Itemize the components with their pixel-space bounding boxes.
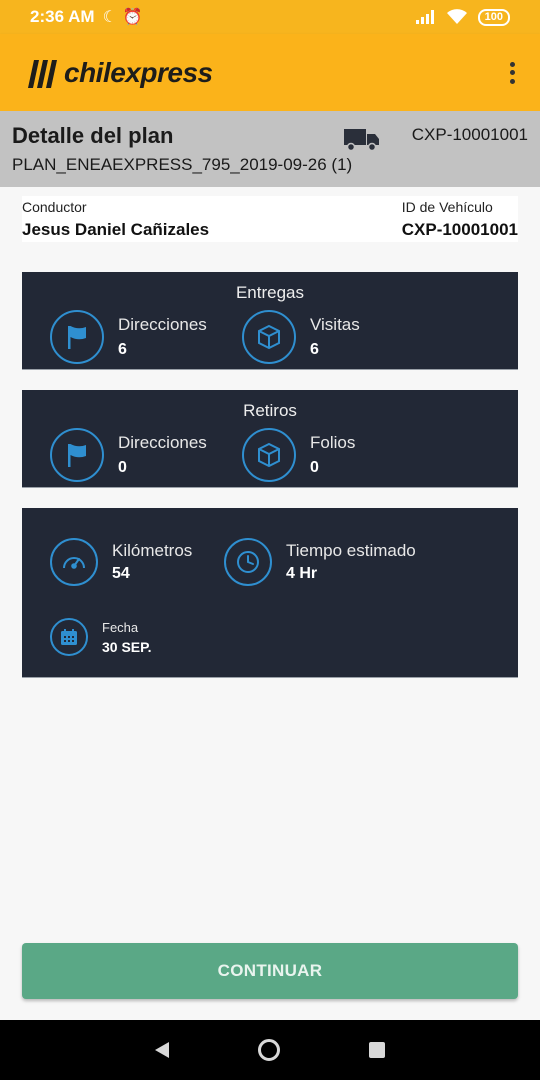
alarm-icon: ⏰ bbox=[122, 9, 143, 26]
system-nav-bar bbox=[0, 1020, 540, 1080]
box-icon bbox=[242, 428, 296, 482]
moon-icon: ☾ bbox=[102, 9, 117, 26]
chilexpress-logo-icon bbox=[28, 59, 57, 88]
status-bar: 2:36 AM ☾ ⏰ 100 bbox=[0, 0, 540, 34]
kilometros-stat: Kilómetros 54 bbox=[50, 538, 192, 586]
retiros-folios: Folios 0 bbox=[242, 428, 355, 482]
retiros-direcciones: Direcciones 0 bbox=[50, 428, 207, 482]
driver-info: Conductor Jesus Daniel Cañizales ID de V… bbox=[22, 196, 518, 242]
app-bar: chilexpress bbox=[0, 34, 540, 111]
logo-text: chilexpress bbox=[64, 56, 213, 88]
plan-code: PLAN_ENEAEXPRESS_795_2019-09-26 (1) bbox=[12, 155, 353, 174]
clock-icon bbox=[224, 538, 272, 586]
plan-vehicle-id: CXP-10001001 bbox=[411, 125, 528, 144]
speedometer-icon bbox=[50, 538, 98, 586]
flag-icon bbox=[50, 428, 104, 482]
retiros-card: Retiros Direcciones 0 Folios 0 bbox=[22, 390, 518, 488]
home-icon[interactable] bbox=[257, 1039, 280, 1061]
entregas-direcciones: Direcciones 6 bbox=[50, 310, 207, 364]
entregas-card: Entregas Direcciones 6 Visitas 6 bbox=[22, 272, 518, 370]
recent-apps-icon[interactable] bbox=[369, 1042, 386, 1058]
signal-icon bbox=[415, 10, 434, 24]
wifi-icon bbox=[446, 9, 467, 24]
entregas-title: Entregas bbox=[235, 283, 305, 302]
vehicle-id-value: CXP-10001001 bbox=[401, 220, 518, 239]
resumen-card: Kilómetros 54 Tiempo estimado 4 Hr Fecha… bbox=[22, 508, 518, 678]
entregas-visitas: Visitas 6 bbox=[242, 310, 360, 364]
vehicle-id-label: ID de Vehículo bbox=[401, 199, 493, 215]
more-vert-icon[interactable] bbox=[506, 60, 518, 86]
conductor-label: Conductor bbox=[22, 199, 87, 215]
plan-header: Detalle del plan PLAN_ENEAEXPRESS_795_20… bbox=[0, 111, 540, 187]
calendar-icon bbox=[50, 618, 88, 656]
truck-icon bbox=[344, 129, 379, 151]
continue-button[interactable]: CONTINUAR bbox=[22, 943, 518, 999]
flag-icon bbox=[50, 310, 104, 364]
battery-icon: 100 bbox=[477, 8, 510, 26]
chilexpress-logo: chilexpress bbox=[22, 56, 213, 90]
back-icon[interactable] bbox=[154, 1042, 169, 1058]
tiempo-stat: Tiempo estimado 4 Hr bbox=[224, 538, 416, 586]
box-icon bbox=[242, 310, 296, 364]
status-time: 2:36 AM bbox=[30, 7, 95, 26]
retiros-title: Retiros bbox=[243, 401, 297, 420]
conductor-value: Jesus Daniel Cañizales bbox=[22, 220, 210, 239]
fecha-stat: Fecha 30 SEP. bbox=[50, 618, 152, 656]
